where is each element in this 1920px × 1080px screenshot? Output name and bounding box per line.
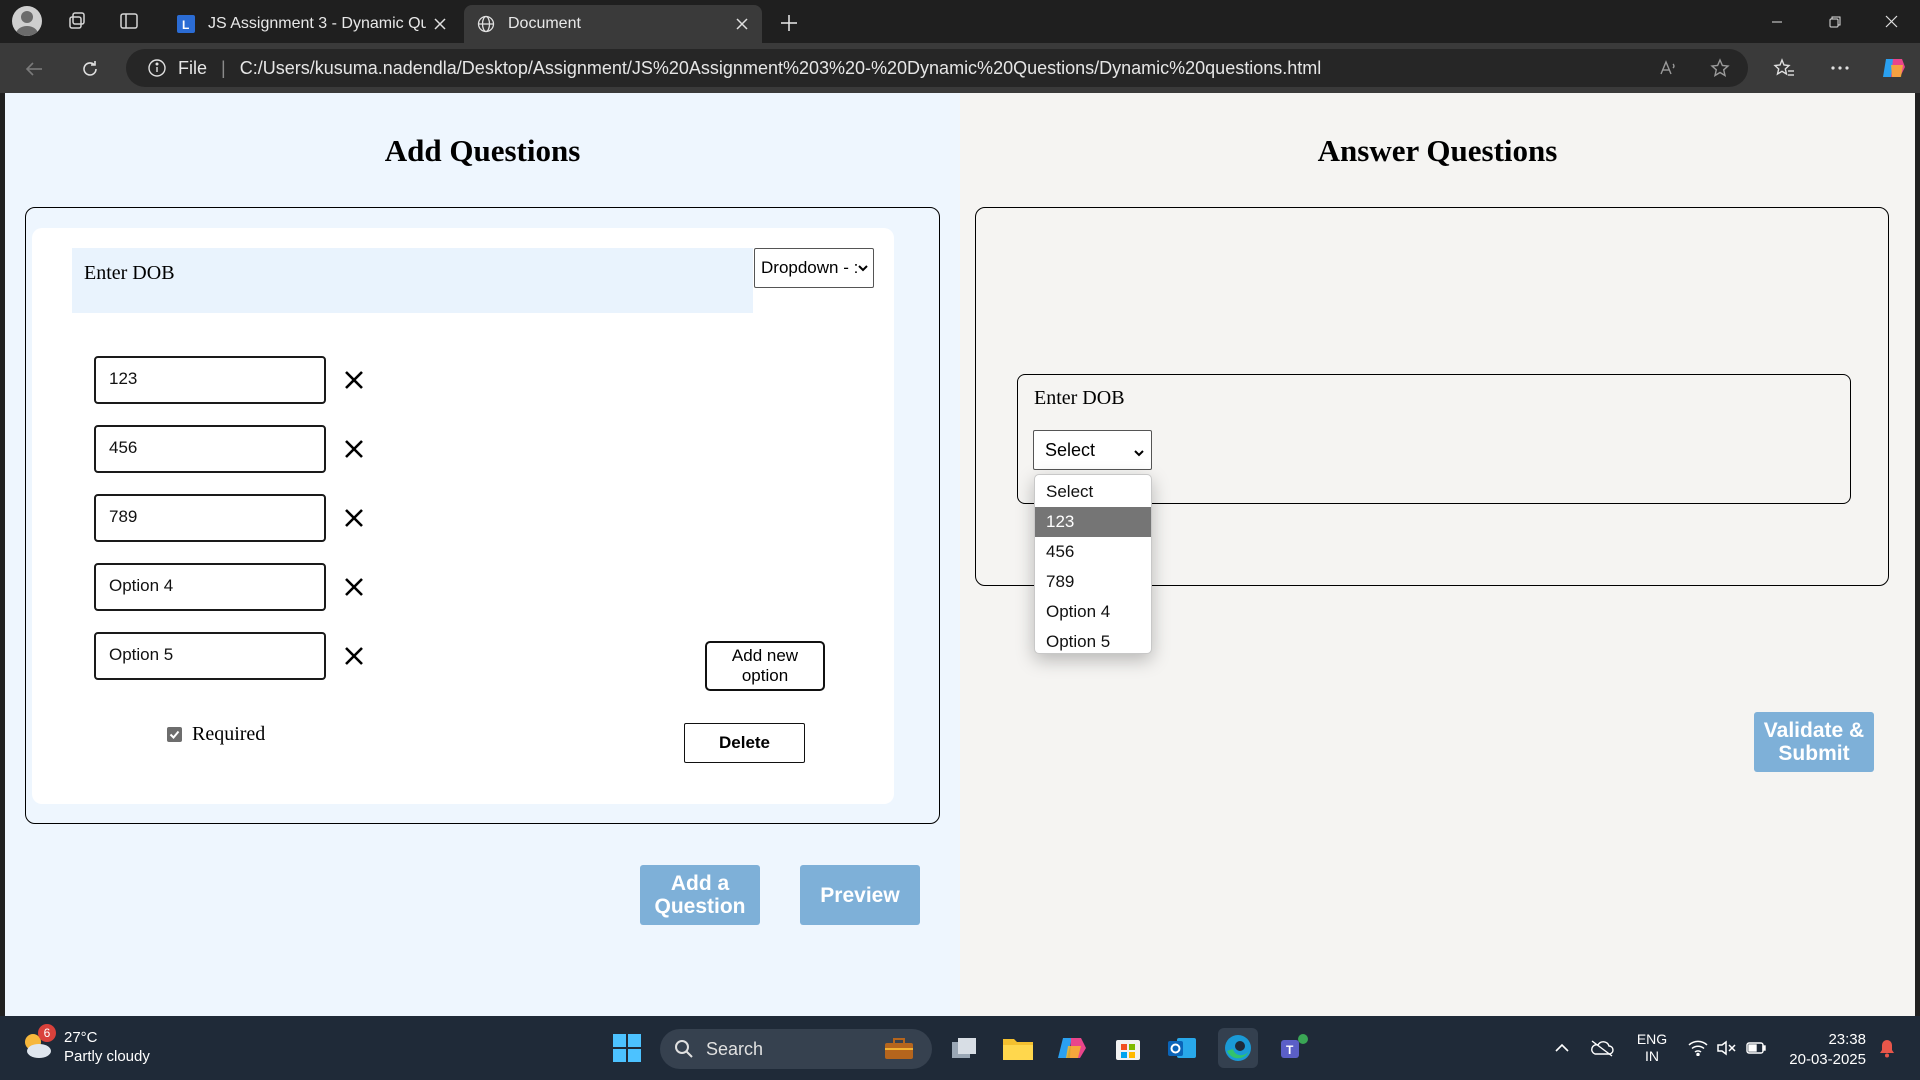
svg-text:L: L [182,18,189,32]
copilot-app-icon[interactable] [1052,1028,1092,1068]
remove-option-icon[interactable] [340,366,368,394]
required-label: Required [192,723,266,745]
minimize-icon[interactable] [1748,0,1806,43]
restore-icon[interactable] [1806,0,1864,43]
tab-js-assignment[interactable]: L JS Assignment 3 - Dynamic Quest [164,5,460,43]
remove-option-icon[interactable] [340,573,368,601]
answer-select[interactable]: Select [1033,430,1152,470]
required-checkbox[interactable] [167,727,182,742]
show-hidden-icons-icon[interactable] [1550,1028,1574,1068]
tab-title: JS Assignment 3 - Dynamic Quest [208,15,426,32]
edge-browser-icon[interactable] [1218,1028,1258,1068]
question-type-value: Dropdown - : [761,258,859,277]
dropdown-option[interactable]: 456 [1035,537,1151,567]
outlook-icon[interactable] [1162,1028,1202,1068]
vertical-tabs-icon[interactable] [114,6,144,36]
workspaces-icon[interactable] [62,6,92,36]
answer-select-value: Select [1045,440,1096,460]
weather-badge: 6 [38,1024,56,1042]
refresh-icon[interactable] [72,51,108,87]
option-input[interactable]: 456 [94,425,326,473]
favorites-icon[interactable] [1764,48,1804,88]
option-input[interactable]: 789 [94,494,326,542]
close-window-icon[interactable] [1862,0,1920,43]
question-text-field[interactable]: Enter DOB [72,248,753,313]
weather-widget[interactable]: 6 27°C Partly cloudy [20,1024,150,1066]
weather-temp: 27°C [64,1029,98,1046]
add-question-button[interactable]: Add a Question [640,865,760,925]
preview-button[interactable]: Preview [800,865,920,925]
address-toolbar: File | C:/Users/kusuma.nadendla/Desktop/… [0,43,1920,93]
add-new-option-button[interactable]: Add new option [705,641,825,691]
wifi-icon[interactable] [1686,1028,1710,1068]
read-aloud-icon[interactable] [1648,48,1688,88]
url-text[interactable]: C:/Users/kusuma.nadendla/Desktop/Assignm… [240,58,1322,79]
language-indicator[interactable]: ENG IN [1628,1028,1676,1068]
taskbar-clock[interactable]: 23:38 20-03-2025 [1786,1030,1866,1070]
tab-close-icon[interactable] [426,10,454,38]
dropdown-option[interactable]: Select [1035,477,1151,507]
tab-title: Document [508,15,581,32]
required-checkbox-row[interactable]: Required [167,723,265,746]
answer-questions-heading: Answer Questions [1317,133,1558,168]
notification-bell-icon[interactable] [1874,1028,1900,1068]
dropdown-option-highlighted[interactable]: 123 [1035,507,1151,537]
remove-option-icon[interactable] [340,435,368,463]
answer-questions-panel: Answer Questions Enter DOB Select Select… [960,93,1915,1016]
validate-submit-button[interactable]: Validate & Submit [1754,712,1874,772]
dropdown-option[interactable]: 789 [1035,567,1151,597]
clock-date: 20-03-2025 [1789,1051,1866,1068]
dropdown-option[interactable]: Option 4 [1035,597,1151,627]
delete-button[interactable]: Delete [684,723,805,763]
file-explorer-icon[interactable] [998,1028,1038,1068]
task-view-icon[interactable] [944,1028,984,1068]
scheme-label: File [178,57,208,78]
tab-document[interactable]: Document [464,5,762,43]
chevron-down-icon [1133,443,1145,464]
new-tab-icon[interactable] [772,6,806,40]
volume-muted-icon[interactable] [1714,1028,1738,1068]
windows-taskbar: 6 27°C Partly cloudy Search T ENG IN 23:… [0,1016,1920,1080]
teams-icon[interactable]: T [1274,1028,1314,1068]
back-arrow-icon[interactable] [16,51,52,87]
onedrive-offline-icon[interactable] [1588,1028,1616,1068]
remove-option-icon[interactable] [340,504,368,532]
dropdown-option[interactable]: Option 5 [1035,627,1151,653]
weather-icon: 6 [20,1024,56,1062]
question-type-select[interactable]: Dropdown - : [754,248,874,288]
weather-desc: Partly cloudy [64,1048,150,1065]
browser-tab-bar: L JS Assignment 3 - Dynamic Quest Docume… [0,0,1920,43]
answer-dropdown-list: Select 123 456 789 Option 4 Option 5 [1034,474,1152,654]
address-bar[interactable]: File | C:/Users/kusuma.nadendla/Desktop/… [126,49,1748,87]
favorite-star-icon[interactable] [1700,48,1740,88]
svg-text:T: T [1286,1043,1294,1057]
battery-icon[interactable] [1744,1028,1768,1068]
language-line1: ENG [1636,1031,1668,1047]
taskbar-search[interactable]: Search [660,1029,932,1069]
add-questions-heading: Add Questions [384,133,581,168]
answer-question-label: Enter DOB [1034,387,1125,409]
copilot-icon[interactable] [1874,48,1914,88]
app-favicon-icon: L [176,14,196,34]
option-input[interactable]: 123 [94,356,326,404]
page-content: Add Questions Enter DOB Dropdown - : 123… [5,93,1915,1016]
remove-option-icon[interactable] [340,642,368,670]
search-label: Search [706,1038,764,1059]
briefcase-icon [884,1038,914,1060]
profile-avatar-icon[interactable] [12,6,42,36]
language-line2: IN [1645,1048,1659,1064]
globe-icon [476,14,496,34]
search-icon [674,1039,694,1059]
info-icon[interactable] [146,57,168,79]
option-input[interactable]: Option 5 [94,632,326,680]
clock-time: 23:38 [1828,1031,1866,1048]
windows-start-icon[interactable] [607,1028,647,1068]
tab-close-icon[interactable] [728,10,756,38]
more-options-icon[interactable] [1820,48,1860,88]
add-questions-panel: Add Questions Enter DOB Dropdown - : 123… [5,93,960,1016]
microsoft-store-icon[interactable] [1108,1028,1148,1068]
chevron-down-icon [857,259,869,279]
divider: | [221,57,226,78]
option-input[interactable]: Option 4 [94,563,326,611]
